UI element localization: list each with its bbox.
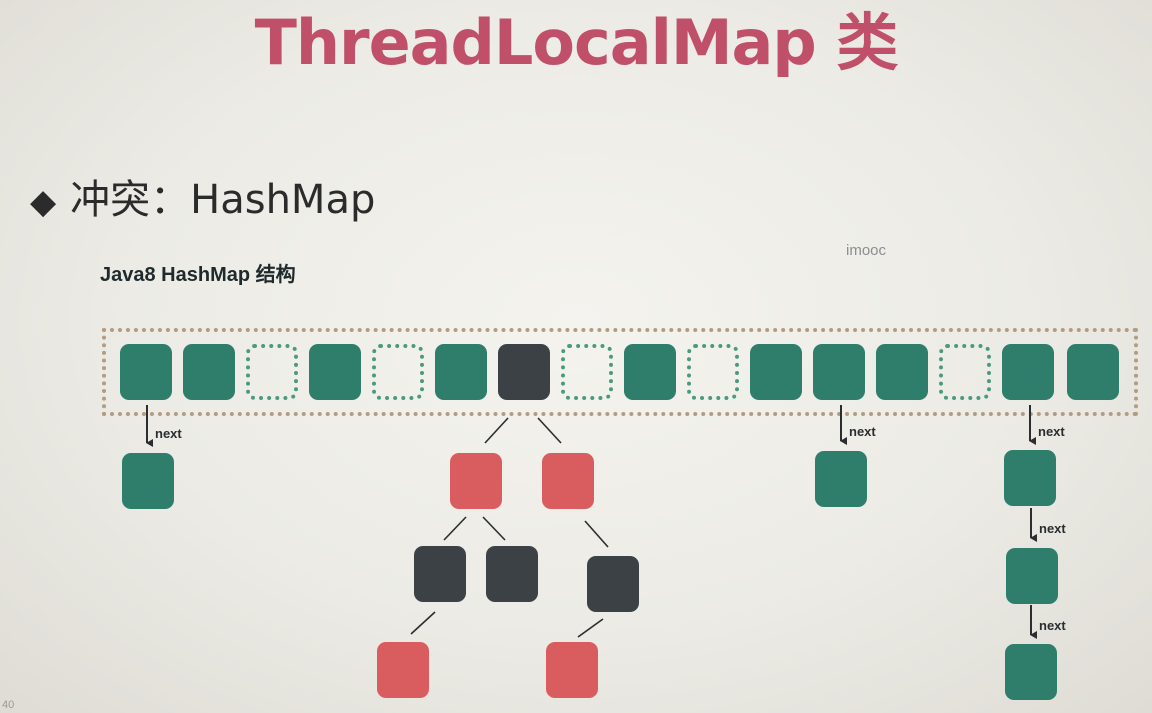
connector-lines — [146, 405, 1037, 639]
next-label: next — [155, 426, 182, 441]
tree-edge — [577, 618, 604, 638]
tree-edge — [584, 520, 609, 548]
next-label: next — [1039, 618, 1066, 633]
next-label: next — [849, 424, 876, 439]
next-label: next — [1038, 424, 1065, 439]
tree-edge — [410, 611, 436, 635]
tree-edge — [484, 417, 509, 444]
tree-edge — [443, 516, 467, 541]
tree-edge — [482, 516, 506, 541]
next-label: next — [1039, 521, 1066, 536]
tree-edge — [537, 417, 562, 444]
